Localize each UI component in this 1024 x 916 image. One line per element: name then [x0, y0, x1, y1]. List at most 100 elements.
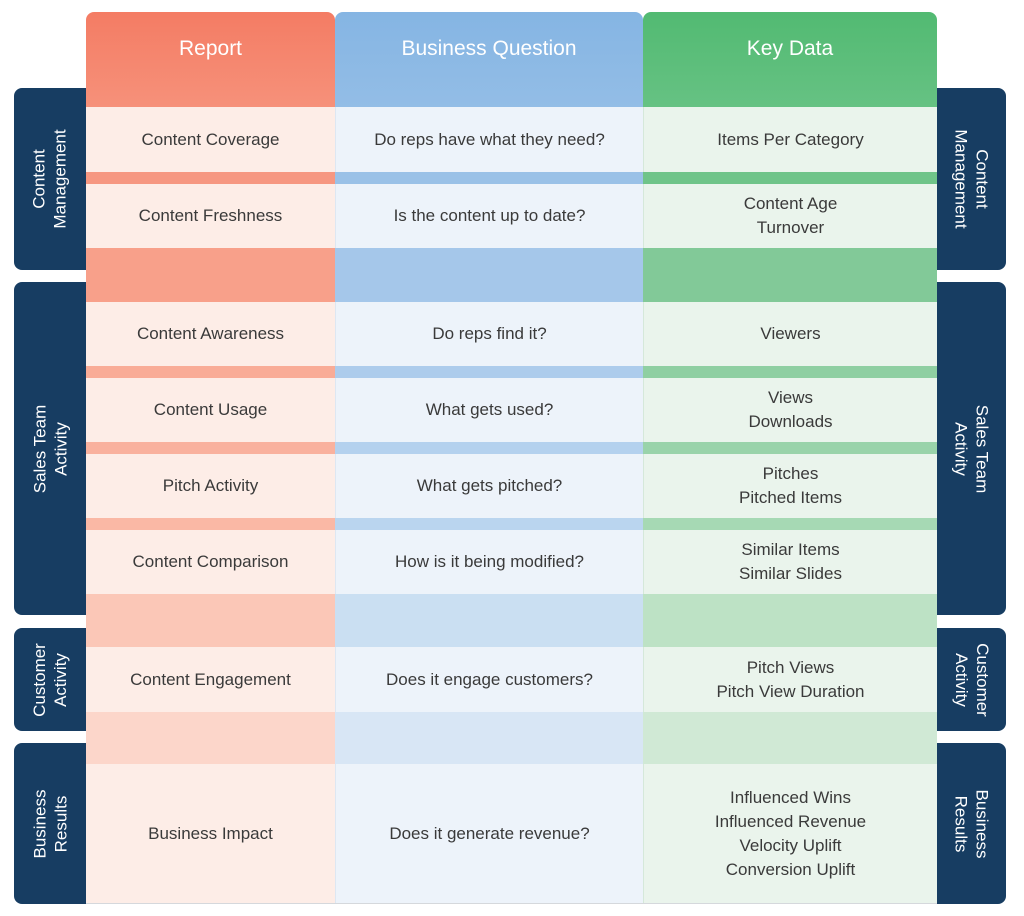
key-data-item: Views	[767, 388, 814, 407]
band	[86, 518, 335, 530]
band	[643, 594, 937, 647]
group-tab-left-business-results: Business Results	[14, 743, 86, 904]
header-business-question: Business Question	[335, 12, 643, 107]
key-data-cell: Content Age Turnover	[643, 184, 937, 248]
key-data-item: Similar Items	[741, 540, 840, 559]
key-data-item: Turnover	[756, 218, 825, 237]
key-data-item: Downloads	[748, 412, 833, 431]
band	[86, 594, 335, 647]
question-cell: Is the content up to date?	[335, 184, 643, 248]
band	[643, 366, 937, 378]
report-text: Business Impact	[148, 823, 273, 843]
band	[335, 712, 643, 764]
report-cell: Content Awareness	[86, 302, 335, 366]
key-data-item: Pitch View Duration	[716, 681, 865, 701]
band	[643, 172, 937, 184]
report-text: Content Coverage	[141, 129, 280, 149]
group-tab-left-content-management: Content Management	[14, 88, 86, 270]
column-key-data: Key Data Items Per Category Content Age …	[643, 12, 937, 903]
key-data-cell: Items Per Category	[643, 107, 937, 172]
key-data-cell: Pitches Pitched Items	[643, 454, 937, 518]
question-text: Does it engage customers?	[386, 669, 593, 689]
group-label: Customer Activity	[30, 642, 70, 717]
question-cell: Does it engage customers?	[335, 647, 643, 712]
key-data-cell: Similar Items Similar Slides	[643, 530, 937, 594]
group-label: Customer Activity	[951, 642, 992, 717]
key-data-cell: Influenced Wins Influenced Revenue Veloc…	[643, 764, 937, 903]
band	[335, 172, 643, 184]
band	[86, 442, 335, 454]
key-data-item: Pitches	[762, 464, 819, 483]
question-text: Do reps have what they need?	[374, 129, 605, 149]
key-data-item: Pitch Views	[746, 657, 835, 677]
key-data-item: Influenced Wins	[730, 787, 851, 807]
question-text: Do reps find it?	[432, 324, 547, 343]
key-data-item: Similar Slides	[739, 564, 842, 583]
question-text: How is it being modified?	[395, 552, 584, 571]
question-cell: Does it generate revenue?	[335, 764, 643, 903]
band	[335, 594, 643, 647]
key-data-item: Items Per Category	[717, 129, 864, 149]
question-cell: Do reps find it?	[335, 302, 643, 366]
band	[643, 518, 937, 530]
band	[643, 248, 937, 302]
header-key-data: Key Data	[643, 12, 937, 107]
question-text: Does it generate revenue?	[389, 823, 590, 843]
band	[643, 712, 937, 764]
key-data-item: Content Age	[743, 194, 838, 213]
key-data-item: Viewers	[760, 324, 821, 343]
report-text: Content Comparison	[132, 552, 289, 571]
question-cell: What gets pitched?	[335, 454, 643, 518]
key-data-item: Influenced Revenue	[714, 811, 867, 831]
band	[335, 366, 643, 378]
question-text: What gets pitched?	[416, 476, 563, 495]
band	[86, 172, 335, 184]
question-cell: Do reps have what they need?	[335, 107, 643, 172]
report-text: Content Freshness	[138, 206, 283, 225]
report-text: Content Usage	[153, 400, 268, 419]
group-label: Sales Team Activity	[951, 404, 992, 493]
group-label: Sales Team Activity	[30, 404, 71, 493]
report-cell: Content Engagement	[86, 647, 335, 712]
key-data-item: Velocity Uplift	[739, 835, 842, 855]
band	[86, 248, 335, 302]
key-data-item: Conversion Uplift	[725, 859, 856, 879]
report-cell: Content Comparison	[86, 530, 335, 594]
question-text: What gets used?	[425, 400, 554, 419]
report-cell: Content Freshness	[86, 184, 335, 248]
report-cell: Business Impact	[86, 764, 335, 903]
column-report: Report Content Coverage Content Freshnes…	[86, 12, 335, 903]
header-report: Report	[86, 12, 335, 107]
band	[86, 366, 335, 378]
question-text: Is the content up to date?	[393, 206, 586, 225]
key-data-cell: Views Downloads	[643, 378, 937, 442]
report-cell: Pitch Activity	[86, 454, 335, 518]
band	[335, 518, 643, 530]
group-tab-right-business-results: Business Results	[937, 743, 1006, 904]
group-tab-left-sales-team-activity: Sales Team Activity	[14, 282, 86, 615]
group-label: Business Results	[29, 789, 70, 858]
band	[335, 248, 643, 302]
group-tab-right-customer-activity: Customer Activity	[937, 628, 1006, 731]
report-cell: Content Usage	[86, 378, 335, 442]
report-text: Content Engagement	[130, 669, 291, 689]
group-tab-right-content-management: Content Management	[937, 88, 1006, 270]
key-data-cell: Pitch Views Pitch View Duration	[643, 647, 937, 712]
question-cell: How is it being modified?	[335, 530, 643, 594]
group-label: Business Results	[951, 789, 992, 858]
report-text: Pitch Activity	[162, 476, 259, 495]
column-business-question: Business Question Do reps have what they…	[335, 12, 643, 903]
report-cell: Content Coverage	[86, 107, 335, 172]
band	[335, 442, 643, 454]
question-cell: What gets used?	[335, 378, 643, 442]
key-data-cell: Viewers	[643, 302, 937, 366]
report-text: Content Awareness	[136, 324, 285, 343]
band	[643, 442, 937, 454]
bottom-border	[86, 903, 937, 904]
band	[86, 712, 335, 764]
group-label: Content Management	[30, 129, 71, 229]
group-label: Content Management	[951, 129, 992, 229]
group-tab-right-sales-team-activity: Sales Team Activity	[937, 282, 1006, 615]
key-data-item: Pitched Items	[739, 488, 842, 507]
group-tab-left-customer-activity: Customer Activity	[14, 628, 86, 731]
